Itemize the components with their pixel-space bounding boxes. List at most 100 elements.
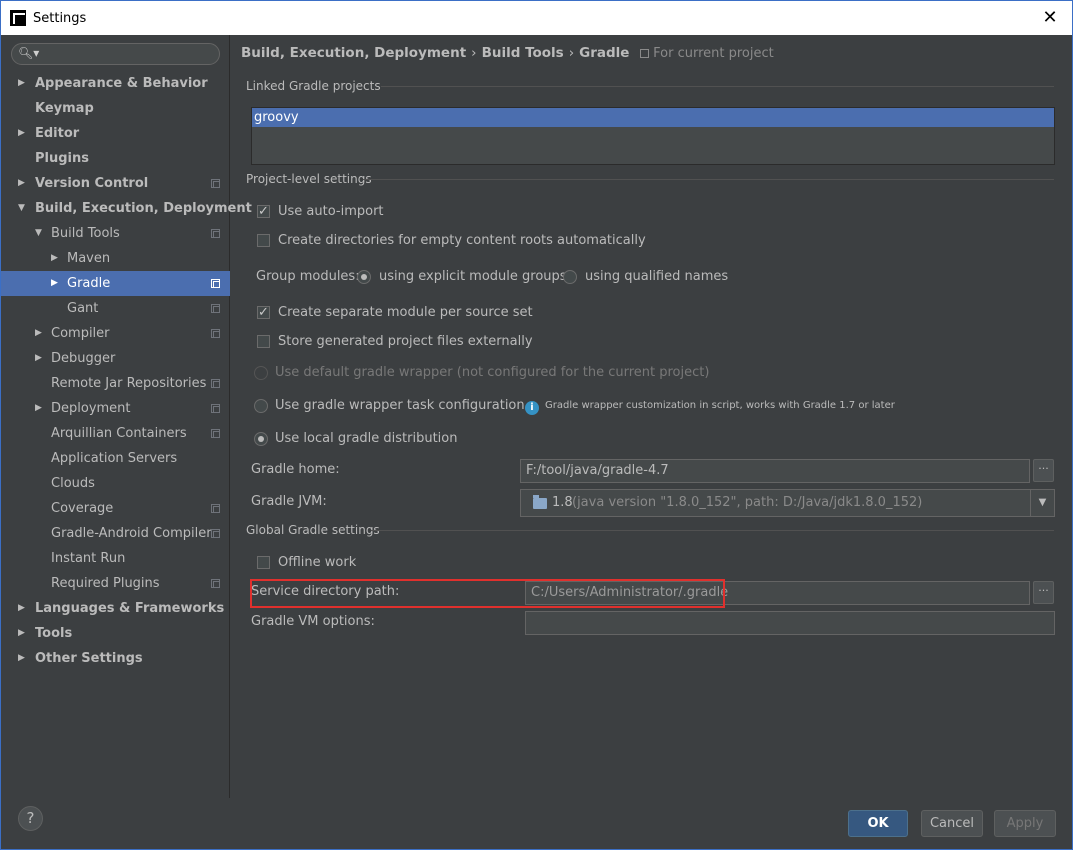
expand-arrow-icon[interactable]: ▶	[51, 246, 58, 271]
project-scope-icon	[211, 304, 220, 313]
sidebar-item-remote-jar-repositories[interactable]: Remote Jar Repositories	[1, 371, 230, 396]
title-bar: Settings ✕	[0, 0, 1073, 35]
sidebar-item-application-servers[interactable]: Application Servers	[1, 446, 230, 471]
sidebar-item-languages-frameworks[interactable]: ▶ Languages & Frameworks	[1, 596, 230, 621]
radio-qualified-names[interactable]	[563, 270, 577, 284]
service-directory-browse-button[interactable]: ···	[1033, 581, 1054, 604]
gradle-vm-options-input[interactable]	[525, 611, 1055, 635]
breadcrumb-build-tools: Build Tools	[481, 45, 564, 61]
gradle-jvm-select[interactable]: 1.8 (java version "1.8.0_152", path: D:/…	[520, 489, 1055, 517]
project-scope-icon	[211, 229, 220, 238]
section-divider	[363, 179, 1054, 180]
gradle-vm-options-label: Gradle VM options:	[251, 614, 375, 629]
sidebar-item-build-tools[interactable]: ▼ Build Tools	[1, 221, 230, 246]
sidebar-item-clouds[interactable]: Clouds	[1, 471, 230, 496]
project-scope-icon	[211, 179, 220, 188]
sidebar-item-tools[interactable]: ▶ Tools	[1, 621, 230, 646]
service-directory-input[interactable]: C:/Users/Administrator/.gradle	[525, 581, 1030, 605]
expand-arrow-icon[interactable]: ▶	[18, 171, 25, 196]
checkbox-checked-icon[interactable]	[257, 304, 270, 322]
list-item[interactable]: groovy	[252, 108, 1054, 127]
separate-module-checkbox[interactable]: Create separate module per source set	[257, 304, 533, 322]
breadcrumb-separator: ›	[568, 45, 575, 61]
expand-arrow-icon[interactable]: ▶	[18, 596, 25, 621]
sidebar-item-compiler[interactable]: ▶ Compiler	[1, 321, 230, 346]
expand-arrow-icon[interactable]: ▶	[18, 71, 25, 96]
gradle-settings-panel: Build, Execution, Deployment › Build Tools…	[231, 35, 1072, 798]
local-distribution-radio[interactable]: Use local gradle distribution	[254, 430, 457, 448]
sidebar-item-plugins[interactable]: Plugins	[1, 146, 230, 171]
radio-checked-icon[interactable]	[254, 432, 268, 446]
gradle-home-label: Gradle home:	[251, 462, 340, 477]
expand-arrow-icon[interactable]: ▶	[51, 271, 58, 296]
sidebar-item-version-control[interactable]: ▶ Version Control	[1, 171, 230, 196]
sidebar-item-other-settings[interactable]: ▶ Other Settings	[1, 646, 230, 671]
linked-projects-list[interactable]: groovy	[251, 107, 1055, 165]
sidebar-item-instant-run[interactable]: Instant Run	[1, 546, 230, 571]
sidebar-item-arquillian-containers[interactable]: Arquillian Containers	[1, 421, 230, 446]
project-scope-icon	[211, 504, 220, 513]
settings-sidebar: 🔍︎▾ ▶ Appearance & Behavior Keymap ▶ Edito…	[1, 35, 252, 798]
sidebar-item-debugger[interactable]: ▶ Debugger	[1, 346, 230, 371]
default-wrapper-radio: Use default gradle wrapper (not configur…	[254, 364, 709, 382]
radio-explicit-groups-label[interactable]: using explicit module groups	[379, 268, 567, 286]
project-level-title: Project-level settings	[246, 172, 372, 186]
checkbox-unchecked-icon[interactable]	[257, 234, 270, 247]
store-external-checkbox[interactable]: Store generated project files externally	[257, 333, 533, 351]
gradle-jvm-label: Gradle JVM:	[251, 494, 327, 509]
expand-arrow-icon[interactable]: ▶	[35, 321, 42, 346]
sidebar-item-appearance[interactable]: ▶ Appearance & Behavior	[1, 71, 230, 96]
breadcrumb: Build, Execution, Deployment › Build Tools…	[241, 45, 774, 61]
cancel-button[interactable]: Cancel	[921, 810, 983, 837]
radio-explicit-groups[interactable]	[357, 270, 371, 284]
create-dirs-checkbox[interactable]: Create directories for empty content roo…	[257, 232, 646, 250]
help-icon[interactable]: ?	[18, 806, 43, 831]
sidebar-item-gant[interactable]: Gant	[1, 296, 230, 321]
window-title: Settings	[33, 11, 87, 26]
group-modules-label: Group modules:	[256, 269, 360, 284]
radio-qualified-names-label[interactable]: using qualified names	[585, 268, 728, 286]
sidebar-item-gradle[interactable]: ▶ Gradle	[1, 271, 230, 296]
expand-arrow-icon[interactable]: ▶	[18, 621, 25, 646]
expand-arrow-icon[interactable]: ▶	[35, 346, 42, 371]
ok-button[interactable]: OK	[848, 810, 908, 837]
search-icon: 🔍︎▾	[18, 46, 40, 60]
gradle-home-browse-button[interactable]: ···	[1033, 459, 1054, 482]
offline-work-checkbox[interactable]: Offline work	[257, 554, 356, 572]
chevron-down-icon[interactable]: ▼	[1030, 490, 1054, 516]
project-scope-icon	[640, 49, 650, 58]
service-directory-label: Service directory path:	[251, 584, 400, 599]
sidebar-item-build-execution[interactable]: ▼ Build, Execution, Deployment	[1, 196, 252, 221]
expand-arrow-icon[interactable]: ▶	[35, 396, 42, 421]
radio-unchecked-icon[interactable]	[254, 399, 268, 413]
section-divider	[381, 86, 1054, 87]
section-divider	[371, 530, 1054, 531]
gradle-home-input[interactable]: F:/tool/java/gradle-4.7	[520, 459, 1030, 483]
checkbox-unchecked-icon[interactable]	[257, 556, 270, 569]
project-scope-icon	[211, 379, 220, 388]
close-icon[interactable]: ✕	[1038, 7, 1062, 29]
apply-button[interactable]: Apply	[994, 810, 1056, 837]
expand-arrow-icon[interactable]: ▶	[18, 646, 25, 671]
sidebar-item-coverage[interactable]: Coverage	[1, 496, 230, 521]
sidebar-item-deployment[interactable]: ▶ Deployment	[1, 396, 230, 421]
radio-disabled-icon	[254, 366, 268, 380]
search-input[interactable]: 🔍︎▾	[11, 43, 220, 65]
breadcrumb-separator: ›	[471, 45, 477, 61]
settings-tree: ▶ Appearance & Behavior Keymap ▶ Editor Pl…	[1, 71, 252, 671]
sidebar-item-gradle-android-compiler[interactable]: Gradle-Android Compiler	[1, 521, 230, 546]
checkbox-unchecked-icon[interactable]	[257, 335, 270, 348]
dialog-footer: ? OK Cancel Apply	[1, 798, 1072, 849]
info-icon: i	[525, 401, 539, 415]
expand-arrow-icon[interactable]: ▶	[18, 121, 25, 146]
wrapper-task-radio[interactable]: Use gradle wrapper task configuration iG…	[254, 397, 895, 415]
sidebar-item-maven[interactable]: ▶ Maven	[1, 246, 230, 271]
auto-import-checkbox[interactable]: Use auto-import	[257, 203, 384, 221]
sidebar-item-required-plugins[interactable]: Required Plugins	[1, 571, 230, 596]
sidebar-item-keymap[interactable]: Keymap	[1, 96, 230, 121]
jdk-folder-icon	[533, 495, 547, 509]
checkbox-checked-icon[interactable]	[257, 203, 270, 221]
collapse-arrow-icon[interactable]: ▼	[18, 196, 25, 221]
collapse-arrow-icon[interactable]: ▼	[35, 221, 42, 246]
sidebar-item-editor[interactable]: ▶ Editor	[1, 121, 230, 146]
